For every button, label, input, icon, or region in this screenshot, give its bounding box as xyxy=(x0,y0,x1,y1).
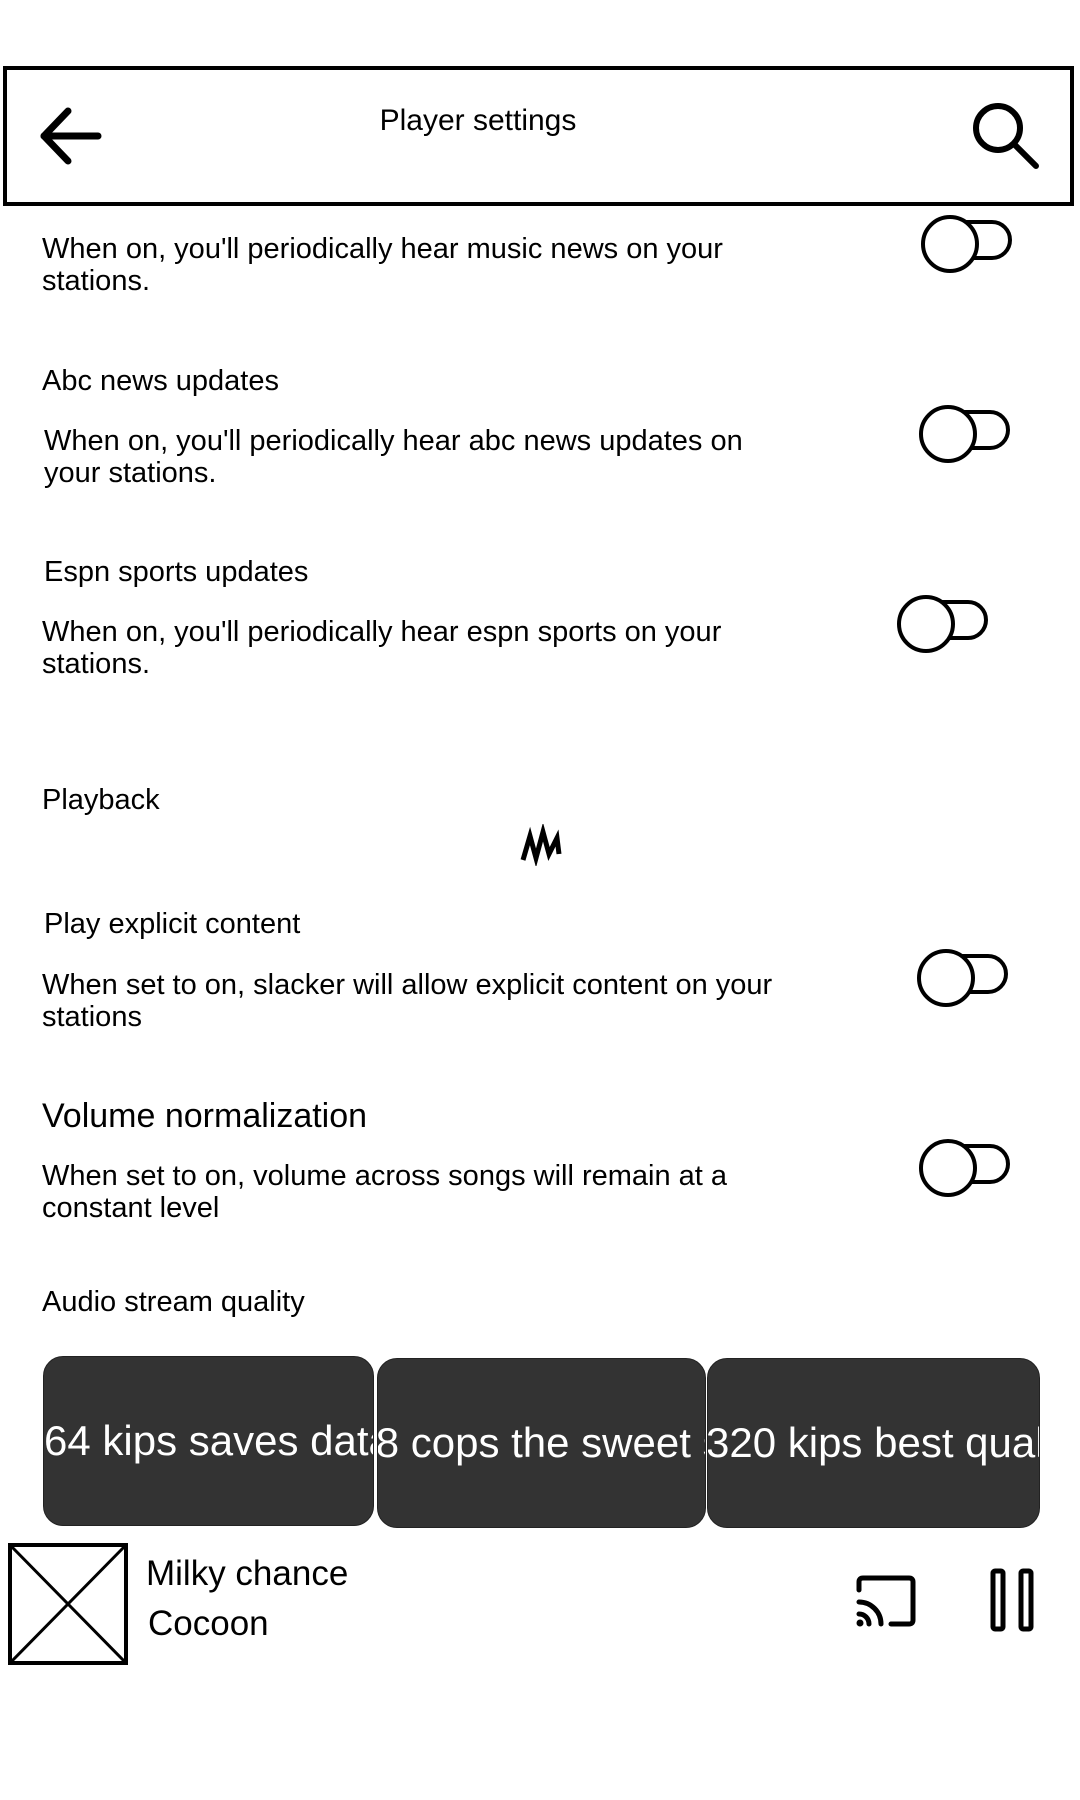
search-icon xyxy=(973,103,1039,169)
pause-button[interactable] xyxy=(990,1568,1034,1632)
espn-sports-label: Espn sports updates xyxy=(44,556,309,588)
explicit-content-toggle[interactable] xyxy=(916,948,1012,1012)
cast-button[interactable] xyxy=(853,1574,917,1630)
explicit-content-label: Play explicit content xyxy=(44,908,301,940)
pause-icon xyxy=(990,1568,1034,1632)
quality-option-128-label: 128 cops the sweet spot xyxy=(377,1419,705,1466)
music-news-toggle[interactable] xyxy=(920,214,1016,278)
playback-section-label: Playback xyxy=(42,784,160,816)
now-playing-track: Cocoon xyxy=(148,1604,269,1643)
volume-normalization-description: When set to on, volume across songs will… xyxy=(42,1160,728,1224)
abc-news-description: When on, you'll periodically hear abc ne… xyxy=(44,425,743,489)
music-news-description: When on, you'll periodically hear music … xyxy=(42,233,723,297)
quality-option-128[interactable]: 128 cops the sweet spot xyxy=(377,1358,706,1528)
audio-quality-label: Audio stream quality xyxy=(42,1286,305,1318)
page-title: Player settings xyxy=(379,104,577,137)
espn-sports-toggle[interactable] xyxy=(896,594,992,658)
volume-normalization-toggle[interactable] xyxy=(918,1138,1014,1202)
espn-sports-description: When on, you'll periodically hear espn s… xyxy=(42,616,722,680)
cast-icon xyxy=(856,1575,916,1627)
volume-normalization-label: Volume normalization xyxy=(42,1097,368,1135)
abc-news-toggle[interactable] xyxy=(918,404,1014,468)
now-playing-artist: Milky chance xyxy=(146,1554,349,1593)
abc-news-label: Abc news updates xyxy=(42,365,279,397)
quality-option-320[interactable]: 320 kips best quality xyxy=(707,1358,1040,1528)
quality-option-320-label: 320 kips best quality xyxy=(707,1419,1039,1466)
squiggle-icon xyxy=(520,824,562,866)
search-button[interactable] xyxy=(968,98,1044,174)
image-placeholder-icon xyxy=(8,1543,128,1665)
quality-option-64[interactable]: 64 kips saves data xyxy=(43,1356,374,1526)
explicit-content-description: When set to on, slacker will allow expli… xyxy=(42,969,773,1033)
